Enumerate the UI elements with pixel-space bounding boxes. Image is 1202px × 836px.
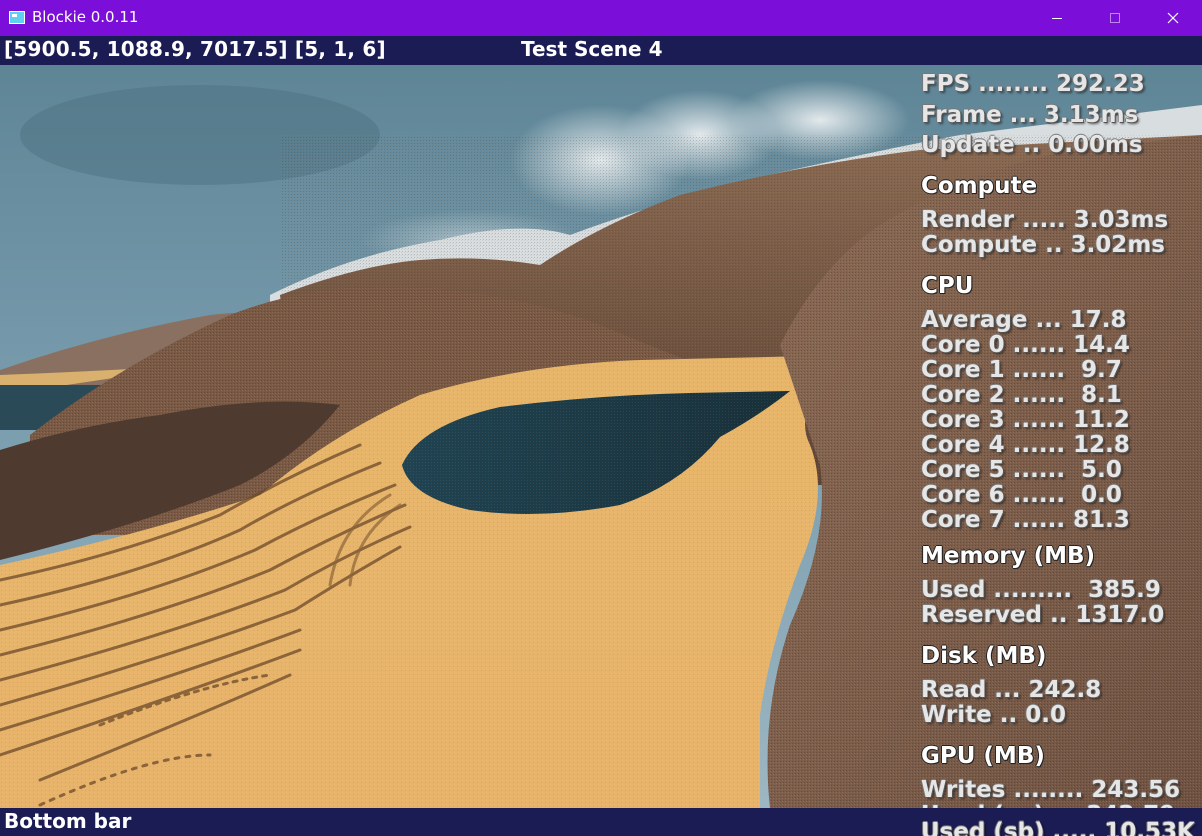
app-window-icon — [9, 11, 25, 24]
gpu-heading: GPU (MB) — [921, 743, 1045, 769]
maximize-icon — [1110, 13, 1120, 23]
stat-core-4: Core 4 ...... 12.8 — [921, 432, 1130, 458]
stat-gpu-writes: Writes ........ 243.56 — [921, 777, 1181, 803]
bottom-bar-label: Bottom bar — [4, 809, 132, 833]
stat-core-7: Core 7 ...... 81.3 — [921, 507, 1130, 533]
stat-fps: FPS ........ 292.23 — [921, 71, 1145, 97]
stat-core-3: Core 3 ...... 11.2 — [921, 407, 1130, 433]
stat-core-0: Core 0 ...... 14.4 — [921, 332, 1130, 358]
stat-disk-write: Write .. 0.0 — [921, 702, 1067, 728]
stat-compute: Compute .. 3.02ms — [921, 232, 1165, 258]
window-title: Blockie 0.0.11 — [32, 8, 139, 26]
stat-memory-used: Used ......... 385.9 — [921, 577, 1161, 603]
close-icon — [1167, 12, 1179, 24]
stat-cpu-average: Average ... 17.8 — [921, 307, 1127, 333]
stat-frame: Frame ... 3.13ms — [921, 102, 1139, 128]
stat-update: Update .. 0.00ms — [921, 132, 1143, 158]
memory-heading: Memory (MB) — [921, 543, 1096, 569]
stat-render: Render ..... 3.03ms — [921, 207, 1169, 233]
stat-gpu-used-sb: Used (sb) ..... 10.53K — [921, 819, 1195, 836]
stat-memory-reserved: Reserved .. 1317.0 — [921, 602, 1165, 628]
cpu-heading: CPU — [921, 273, 974, 299]
disk-heading: Disk (MB) — [921, 643, 1047, 669]
compute-heading: Compute — [921, 173, 1038, 199]
close-button[interactable] — [1144, 0, 1202, 36]
minimize-icon — [1052, 17, 1062, 19]
window-titlebar[interactable]: Blockie 0.0.11 — [0, 0, 1202, 36]
top-info-bar: [5900.5, 1088.9, 7017.5] [5, 1, 6] Test … — [0, 36, 1202, 65]
stat-core-6: Core 6 ...... 0.0 — [921, 482, 1122, 508]
bottom-bar: Bottom bar Used (sb) ..... 10.53K — [0, 808, 1202, 836]
scene-title: Test Scene 4 — [521, 37, 663, 61]
camera-coordinates: [5900.5, 1088.9, 7017.5] [5, 1, 6] — [4, 37, 386, 61]
stat-core-1: Core 1 ...... 9.7 — [921, 357, 1122, 383]
minimize-button[interactable] — [1028, 0, 1086, 36]
stat-disk-read: Read ... 242.8 — [921, 677, 1102, 703]
maximize-button[interactable] — [1086, 0, 1144, 36]
stat-core-5: Core 5 ...... 5.0 — [921, 457, 1122, 483]
stat-core-2: Core 2 ...... 8.1 — [921, 382, 1122, 408]
